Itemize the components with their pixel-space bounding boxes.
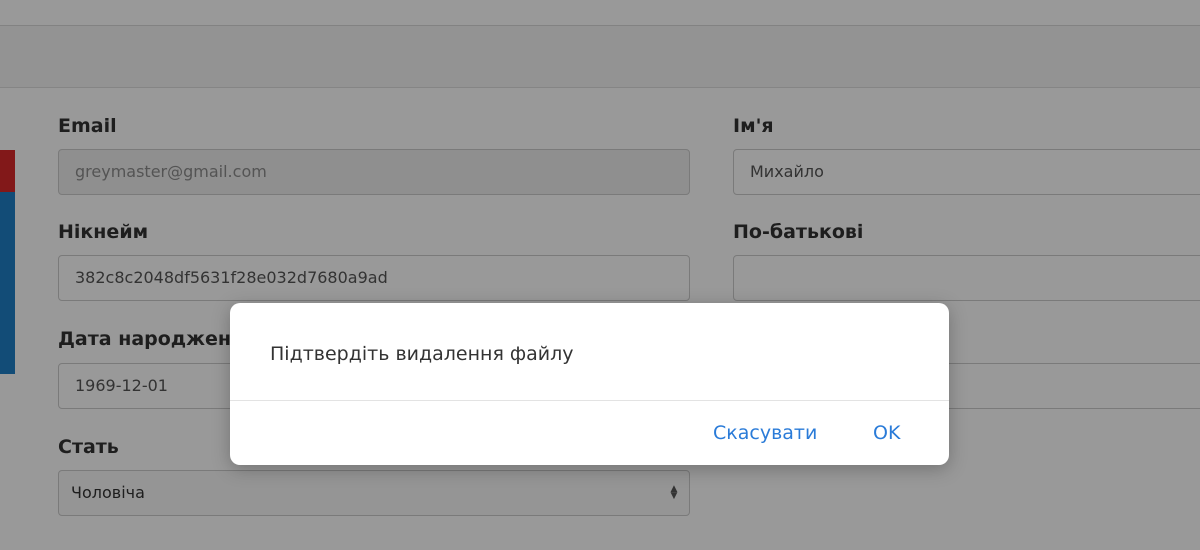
ok-button[interactable]: OK [873,421,900,445]
modal-overlay [0,0,1200,550]
dialog-message: Підтвердіть видалення файлу [270,343,574,365]
confirm-dialog: Підтвердіть видалення файлу Скасувати OK [230,303,949,465]
cancel-button[interactable]: Скасувати [713,421,817,445]
dialog-divider [230,400,949,401]
profile-page: Email greymaster@gmail.com Нікнейм 382c8… [0,0,1200,550]
